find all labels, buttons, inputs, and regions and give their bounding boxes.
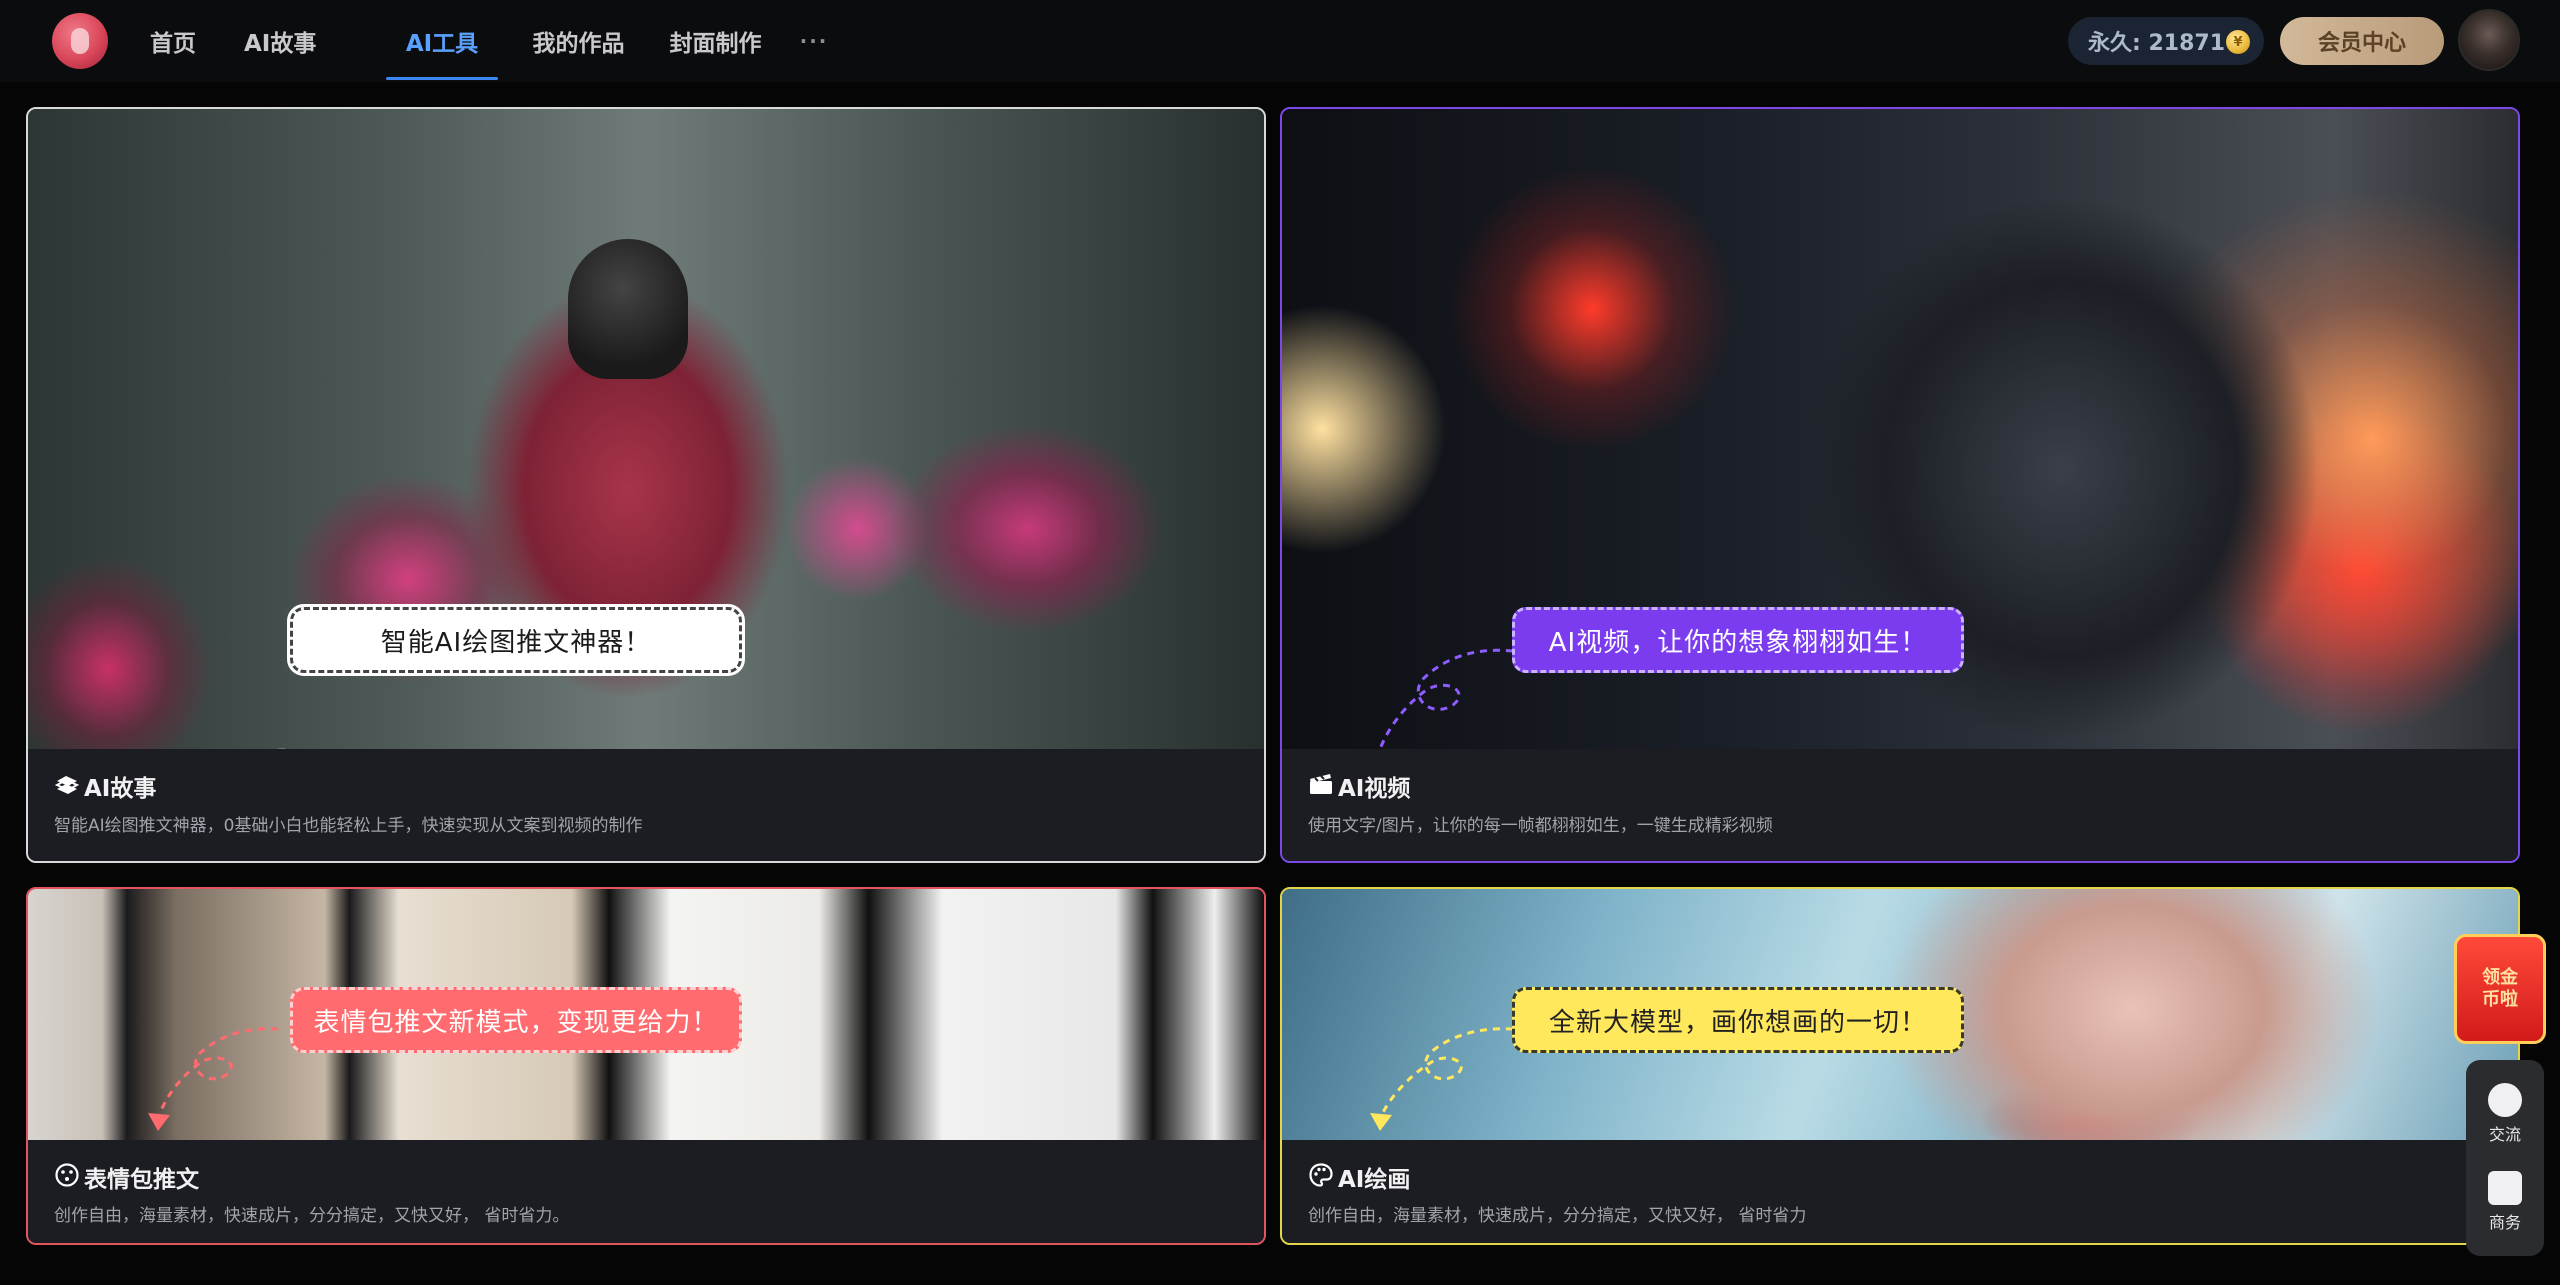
nav-ai-story[interactable]: AI故事 — [244, 0, 357, 82]
curly-arrow-icon — [1370, 1027, 1514, 1131]
promo-line-2: 币啦 — [2482, 989, 2518, 1010]
ai-video-info — [1282, 749, 2518, 861]
meme-story-description: 创作自由，海量素材，快速成片，分分搞定，又快又好， 省时省力。 — [54, 1206, 570, 1226]
ai-painting-info — [1282, 1140, 2518, 1243]
card-meme-story[interactable]: 表情包推文新模式，变现更给力！ 表情包推文 创作自由，海量素材，快速成片，分分搞… — [26, 887, 1266, 1245]
book-icon — [54, 771, 80, 797]
ai-story-slogan-bubble: 智能AI绘图推文神器！ — [287, 604, 745, 676]
nav-more-icon[interactable]: ··· — [784, 0, 844, 82]
main-nav: 首页 AI故事 AI工具 我的作品 封面制作 ··· — [150, 0, 844, 82]
coin-balance-text: 永久: 21871 — [2088, 31, 2225, 56]
ai-painting-title: AI绘画 — [1338, 1167, 1411, 1193]
curly-arrow-icon — [148, 1027, 279, 1131]
side-exchange[interactable]: 交流 — [2488, 1083, 2522, 1145]
floating-side-panel: 交流 商务 — [2466, 1060, 2544, 1256]
top-navigation-bar: 首页 AI故事 AI工具 我的作品 封面制作 ··· 永久: 21871 ¥ 会… — [0, 0, 2560, 82]
side-business[interactable]: 商务 — [2488, 1171, 2522, 1233]
ai-story-info — [28, 749, 1264, 861]
ai-video-description: 使用文字/图片，让你的每一帧都栩栩如生，一键生成精彩视频 — [1308, 816, 1773, 836]
card-ai-painting[interactable]: 全新大模型，画你想画的一切！ AI绘画 创作自由，海量素材，快速成片，分分搞定，… — [1280, 887, 2520, 1245]
smiley-icon — [54, 1162, 80, 1188]
user-avatar[interactable] — [2458, 9, 2520, 71]
clapperboard-icon — [1308, 771, 1334, 797]
coin-balance[interactable]: 永久: 21871 ¥ — [2068, 17, 2264, 65]
ai-story-description: 智能AI绘图推文神器，0基础小白也能轻松上手，快速实现从文案到视频的制作 — [54, 816, 643, 836]
side-business-label: 商务 — [2488, 1213, 2521, 1232]
chat-user-icon — [2488, 1083, 2522, 1117]
coin-promo-button[interactable]: 领金 币啦 — [2454, 934, 2546, 1044]
nav-ai-tools[interactable]: AI工具 — [386, 0, 498, 82]
card-ai-story[interactable]: 智能AI绘图推文神器！ AI故事 智能AI绘图推文神器，0基础小白也能轻松上手，… — [26, 107, 1266, 863]
app-logo[interactable] — [52, 13, 108, 69]
ai-story-title: AI故事 — [84, 776, 157, 802]
business-icon — [2488, 1171, 2522, 1205]
meme-story-slogan-bubble: 表情包推文新模式，变现更给力！ — [290, 987, 742, 1053]
meme-story-info — [28, 1140, 1264, 1243]
promo-line-1: 领金 — [2482, 967, 2518, 988]
vip-center-button[interactable]: 会员中心 — [2280, 17, 2444, 65]
coin-icon: ¥ — [2226, 30, 2250, 54]
palette-icon — [1308, 1162, 1334, 1188]
meme-story-title: 表情包推文 — [84, 1167, 199, 1193]
side-exchange-label: 交流 — [2488, 1125, 2521, 1144]
nav-cover-making[interactable]: 封面制作 — [647, 0, 784, 82]
ai-video-title: AI视频 — [1338, 776, 1411, 802]
nav-home[interactable]: 首页 — [150, 0, 244, 82]
card-ai-video[interactable]: AI视频，让你的想象栩栩如生！ AI视频 使用文字/图片，让你的每一帧都栩栩如生… — [1280, 107, 2520, 863]
nav-my-works[interactable]: 我的作品 — [510, 0, 647, 82]
ai-video-slogan-bubble: AI视频，让你的想象栩栩如生！ — [1512, 607, 1964, 673]
ai-painting-description: 创作自由，海量素材，快速成片，分分搞定，又快又好， 省时省力 — [1308, 1206, 1807, 1226]
ai-painting-slogan-bubble: 全新大模型，画你想画的一切！ — [1512, 987, 1964, 1053]
